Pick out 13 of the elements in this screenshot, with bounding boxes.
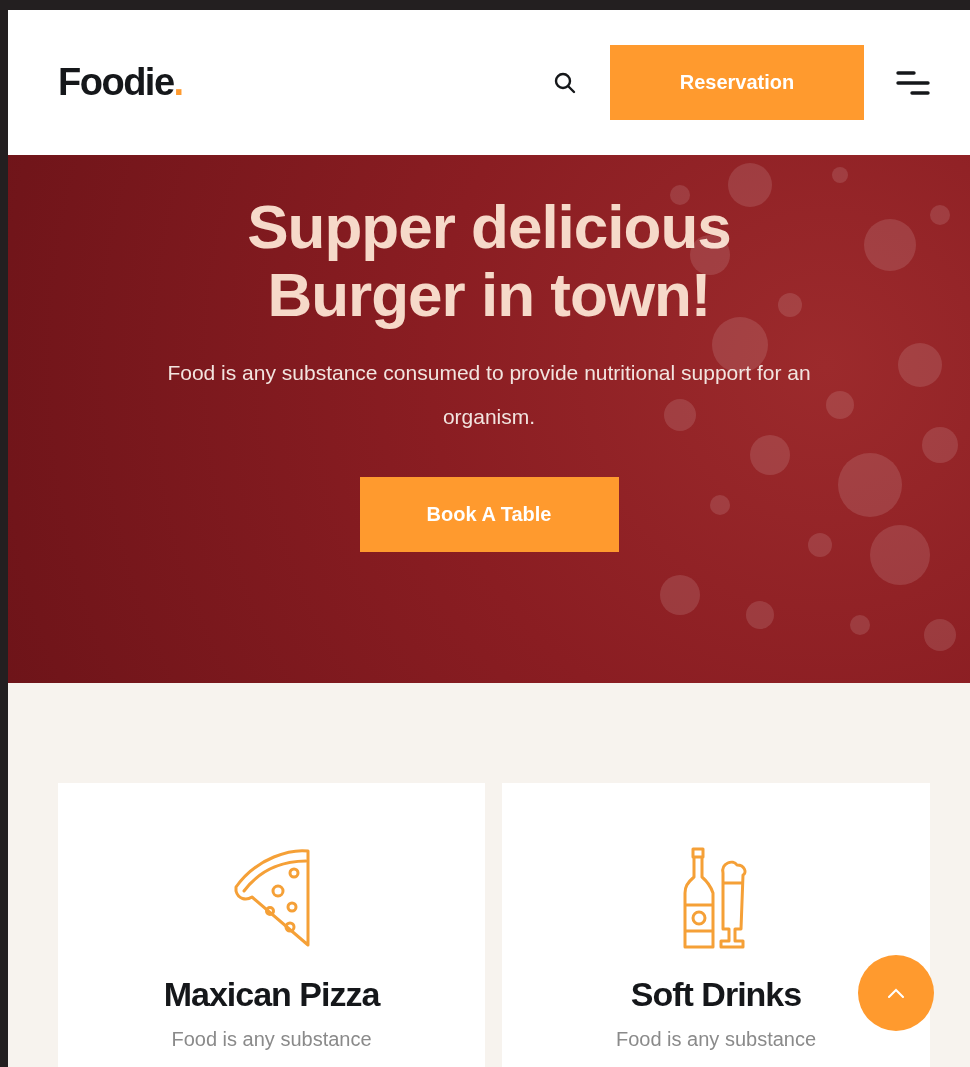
chevron-up-icon (887, 988, 905, 998)
book-table-button[interactable]: Book A Table (359, 477, 619, 552)
logo[interactable]: Foodie. (58, 61, 554, 104)
hero-title: Supper delicious Burger in town! (247, 193, 731, 329)
hero-description: Food is any substance consumed to provide nutritional support for an organism. (166, 360, 812, 430)
card-text: Food is any substance (171, 1028, 372, 1051)
card-title: Maxican Pizza (163, 975, 380, 1014)
search-icon[interactable] (554, 71, 576, 94)
reservation-button[interactable]: Reservation (610, 45, 864, 120)
card-text: Food is any substance (615, 1028, 817, 1051)
bottle-and-glass-icon (683, 847, 749, 949)
menu-icon[interactable] (896, 70, 930, 95)
card-title: Soft Drinks (630, 975, 802, 1014)
